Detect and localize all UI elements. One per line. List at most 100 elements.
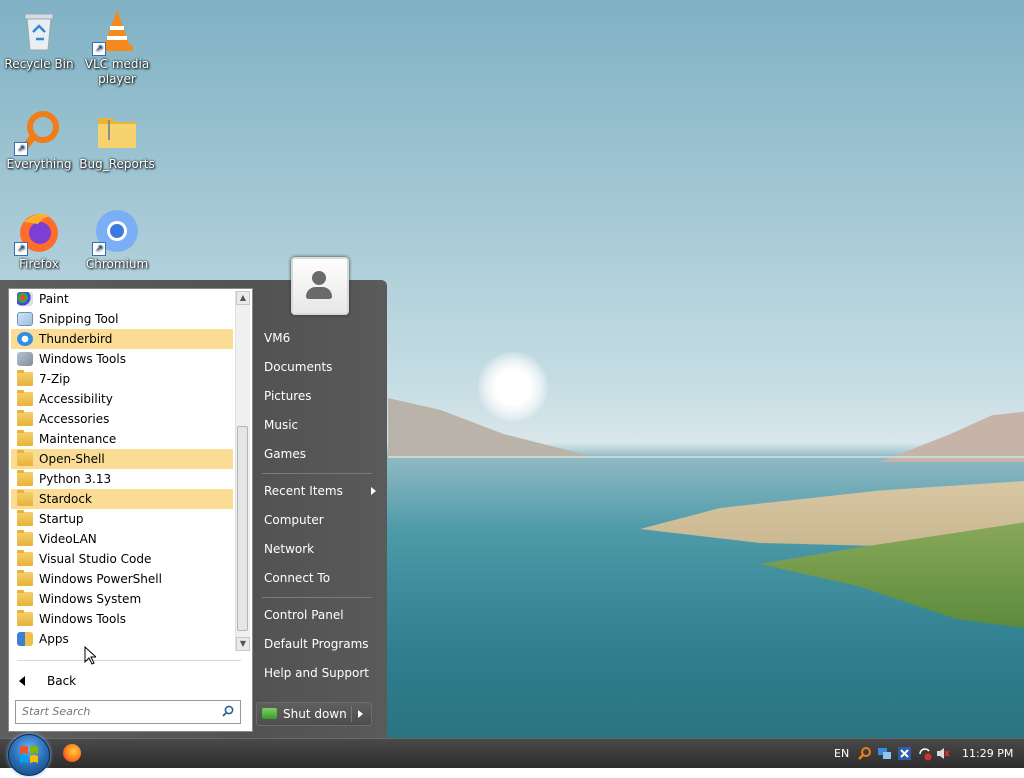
programs-scrollbar[interactable]: ▲ ▼ [235, 291, 250, 651]
windows-logo-icon [20, 746, 38, 763]
menu-item-computer[interactable]: Computer [264, 510, 324, 530]
menu-item-games[interactable]: Games [264, 444, 306, 464]
program-folder-maintenance[interactable]: Maintenance [11, 429, 233, 449]
menu-item-pictures[interactable]: Pictures [264, 386, 312, 406]
everything-search-icon: ↗ [14, 108, 62, 156]
folder-icon [17, 610, 33, 626]
start-search-input[interactable] [16, 701, 224, 721]
desktop-icon-bug-reports[interactable]: Bug_Reports [78, 108, 156, 172]
menu-item-connect-to[interactable]: Connect To [264, 568, 330, 588]
desktop-icon-firefox[interactable]: ↗ Firefox [0, 208, 78, 272]
program-folder-python[interactable]: Python 3.13 [11, 469, 233, 489]
folder-icon [17, 430, 33, 446]
desktop-icon-chromium[interactable]: ↗ Chromium [78, 208, 156, 272]
menu-item-music[interactable]: Music [264, 415, 298, 435]
language-indicator[interactable]: EN [834, 739, 849, 769]
shortcut-arrow-icon: ↗ [92, 242, 106, 256]
shortcut-arrow-icon: ↗ [14, 142, 28, 156]
menu-item-help-and-support[interactable]: Help and Support [264, 663, 369, 683]
desktop-icon-everything[interactable]: ↗ Everything [0, 108, 78, 172]
menu-item-recent-items[interactable]: Recent Items [264, 481, 343, 501]
program-folder-videolan[interactable]: VideoLAN [11, 529, 233, 549]
desktop-icon-label: VLC media player [84, 57, 150, 86]
program-label: Windows PowerShell [39, 572, 162, 586]
shutdown-label: Shut down [283, 707, 347, 721]
program-folder-windows-tools[interactable]: Windows Tools [11, 609, 233, 629]
desktop-icon-label: Firefox [19, 257, 59, 271]
program-label: VideoLAN [39, 532, 97, 546]
start-button[interactable] [8, 734, 50, 776]
mountain [880, 410, 1024, 462]
vlc-icon: ↗ [92, 8, 140, 56]
program-folder-accessibility[interactable]: Accessibility [11, 389, 233, 409]
program-label: Windows System [39, 592, 142, 606]
start-search-box[interactable] [15, 700, 241, 724]
divider [17, 660, 241, 661]
desktop-icon-recycle-bin[interactable]: Recycle Bin [0, 8, 78, 72]
apps-icon [17, 632, 33, 646]
menu-item-documents[interactable]: Documents [264, 357, 332, 377]
clock[interactable]: 11:29 PM [962, 739, 1013, 769]
desktop-icon-label: Bug_Reports [79, 157, 155, 171]
program-item-apps[interactable]: Apps [11, 629, 233, 649]
user-body-icon [306, 287, 332, 299]
folder-icon [17, 450, 33, 466]
program-label: Visual Studio Code [39, 552, 152, 566]
program-label: Stardock [39, 492, 92, 506]
shortcut-arrow-icon: ↗ [92, 42, 106, 56]
program-label: Maintenance [39, 432, 117, 446]
taskbar-firefox-icon[interactable] [63, 744, 81, 762]
folder-icon [17, 590, 33, 606]
shutdown-options-arrow-icon[interactable] [358, 710, 363, 718]
program-folder-powershell[interactable]: Windows PowerShell [11, 569, 233, 589]
folder-icon [17, 490, 33, 506]
scroll-up-arrow-icon[interactable]: ▲ [236, 291, 250, 305]
desktop-icon-vlc[interactable]: ↗ VLC media player [78, 8, 156, 87]
security-center-icon[interactable] [897, 746, 912, 761]
scrollbar-thumb[interactable] [237, 426, 248, 631]
folder-icon [17, 390, 33, 406]
program-item-snipping-tool[interactable]: Snipping Tool [11, 309, 233, 329]
sync-error-icon[interactable] [917, 746, 932, 761]
start-menu: Paint Snipping Tool Thunderbird Windows … [0, 280, 387, 738]
folder-icon [17, 410, 33, 426]
divider [262, 473, 372, 474]
program-item-thunderbird[interactable]: Thunderbird [11, 329, 233, 349]
shutdown-button[interactable]: Shut down [256, 702, 372, 726]
program-label: Apps [39, 632, 69, 646]
folder-icon [17, 370, 33, 386]
shortcut-arrow-icon: ↗ [14, 242, 28, 256]
paint-icon [17, 292, 33, 306]
menu-item-control-panel[interactable]: Control Panel [264, 605, 344, 625]
user-avatar[interactable] [291, 257, 349, 315]
folder-icon [17, 510, 33, 526]
program-label: 7-Zip [39, 372, 71, 386]
program-folder-open-shell[interactable]: Open-Shell [11, 449, 233, 469]
menu-item-network[interactable]: Network [264, 539, 314, 559]
user-head-icon [312, 271, 326, 285]
desktop-icon-label: Everything [6, 157, 72, 171]
program-folder-7zip[interactable]: 7-Zip [11, 369, 233, 389]
everything-search-icon[interactable] [857, 746, 872, 761]
divider [262, 597, 372, 598]
desktop-icon-label: Chromium [85, 257, 149, 271]
scroll-down-arrow-icon[interactable]: ▼ [236, 637, 250, 651]
menu-item-default-programs[interactable]: Default Programs [264, 634, 369, 654]
program-folder-startup[interactable]: Startup [11, 509, 233, 529]
network-share-icon[interactable] [877, 746, 892, 761]
chromium-icon: ↗ [92, 208, 140, 256]
volume-muted-icon[interactable] [935, 746, 950, 761]
program-folder-accessories[interactable]: Accessories [11, 409, 233, 429]
program-folder-windows-system[interactable]: Windows System [11, 589, 233, 609]
program-label: Accessories [39, 412, 110, 426]
program-label: Thunderbird [39, 332, 113, 346]
program-folder-vscode[interactable]: Visual Studio Code [11, 549, 233, 569]
program-item-windows-tools[interactable]: Windows Tools [11, 349, 233, 369]
program-label: Snipping Tool [39, 312, 119, 326]
back-label: Back [47, 674, 77, 688]
mouse-cursor-icon [84, 646, 96, 665]
back-button[interactable]: Back [19, 671, 76, 691]
program-folder-stardock[interactable]: Stardock [11, 489, 233, 509]
program-item-paint[interactable]: Paint [11, 289, 233, 309]
menu-item-user-folder[interactable]: VM6 [264, 328, 290, 348]
